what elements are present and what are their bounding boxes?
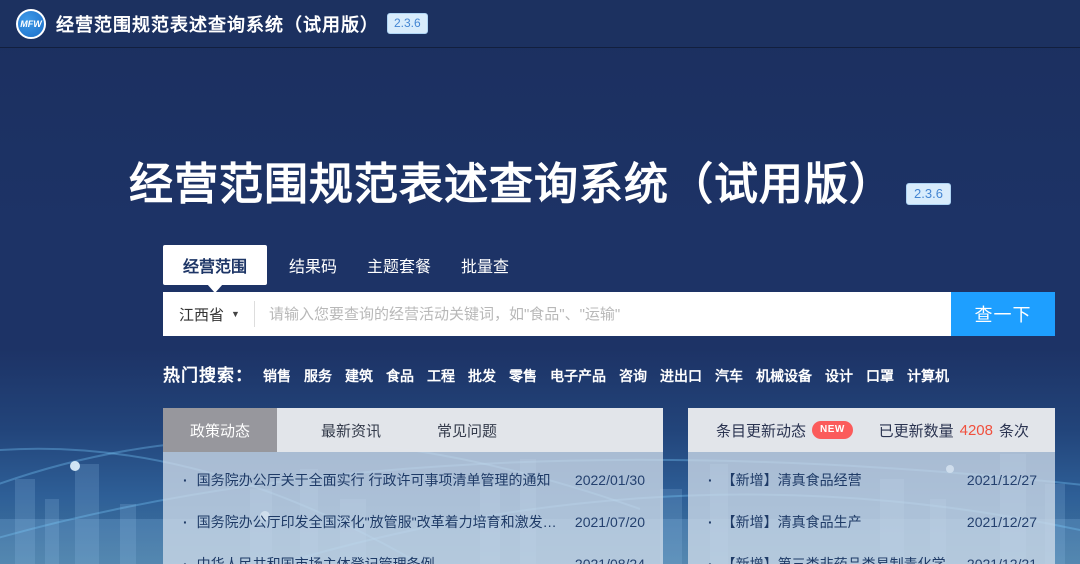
hot-keyword-retail[interactable]: 零售 — [509, 366, 537, 386]
updates-panel-title-group: 条目更新动态 NEW — [716, 420, 853, 441]
news-panel: 政策动态 最新资讯 常见问题 · 国务院办公厅关于全面实行 行政许可事项清单管理… — [163, 408, 663, 564]
hot-keyword-food[interactable]: 食品 — [386, 366, 414, 386]
update-item-date: 2021/12/27 — [967, 472, 1037, 488]
bullet-icon: · — [183, 514, 188, 530]
hot-keyword-computer[interactable]: 计算机 — [907, 366, 949, 386]
tab-result-code[interactable]: 结果码 — [289, 245, 337, 285]
news-item[interactable]: · 国务院办公厅印发全国深化"放管服"改革着力培育和激发市场 2021/07/2… — [163, 501, 663, 543]
update-item-title: 【新增】清真食品生产 — [722, 512, 955, 532]
hero: 经营范围规范表述查询系统（试用版） 2.3.6 — [0, 148, 1080, 212]
hot-keyword-consulting[interactable]: 咨询 — [619, 366, 647, 386]
news-item[interactable]: · 国务院办公厅关于全面实行 行政许可事项清单管理的通知 2022/01/30 — [163, 459, 663, 501]
update-item[interactable]: · 【新增】清真食品经营 2021/12/27 — [688, 459, 1055, 501]
news-tab-policy[interactable]: 政策动态 — [163, 408, 277, 452]
region-select-value: 江西省 — [179, 304, 224, 325]
hot-keyword-service[interactable]: 服务 — [304, 366, 332, 386]
update-item-title: 【新增】第三类非药品类易制毒化学 — [722, 554, 955, 564]
update-item[interactable]: · 【新增】清真食品生产 2021/12/27 — [688, 501, 1055, 543]
news-item-title: 国务院办公厅印发全国深化"放管服"改革着力培育和激发市场 — [197, 512, 563, 532]
bullet-icon: · — [708, 472, 713, 488]
updates-panel-title: 条目更新动态 — [716, 420, 806, 441]
hot-keyword-engineering[interactable]: 工程 — [427, 366, 455, 386]
bullet-icon: · — [183, 556, 188, 564]
bullet-icon: · — [708, 514, 713, 530]
bullet-icon: · — [708, 556, 713, 564]
tab-batch-query[interactable]: 批量查 — [461, 245, 509, 285]
bullet-icon: · — [183, 472, 188, 488]
news-item-date: 2022/01/30 — [575, 472, 645, 488]
hot-keyword-design[interactable]: 设计 — [825, 366, 853, 386]
hot-keyword-sales[interactable]: 销售 — [263, 366, 291, 386]
search-box: 江西省 ▼ — [163, 292, 951, 336]
hot-keyword-mask[interactable]: 口罩 — [866, 366, 894, 386]
bottom-panels: 政策动态 最新资讯 常见问题 · 国务院办公厅关于全面实行 行政许可事项清单管理… — [163, 408, 1055, 564]
updates-panel: 条目更新动态 NEW 已更新数量 4208 条次 · 【新增】清真食品经营 20… — [688, 408, 1055, 564]
search-button[interactable]: 查一下 — [951, 292, 1055, 336]
logo-text: MFW — [20, 19, 42, 29]
news-tab-latest[interactable]: 最新资讯 — [309, 408, 393, 452]
region-select[interactable]: 江西省 ▼ — [163, 304, 254, 325]
news-item-date: 2021/07/20 — [575, 514, 645, 530]
news-item[interactable]: · 中华人民共和国市场主体登记管理条例 2021/08/24 — [163, 543, 663, 564]
topbar-version-badge: 2.3.6 — [387, 13, 428, 34]
news-list: · 国务院办公厅关于全面实行 行政许可事项清单管理的通知 2022/01/30 … — [163, 452, 663, 564]
news-tab-faq[interactable]: 常见问题 — [425, 408, 509, 452]
app-logo-icon: MFW — [16, 9, 46, 39]
topbar: MFW 经营范围规范表述查询系统（试用版） 2.3.6 — [0, 0, 1080, 48]
updates-list: · 【新增】清真食品经营 2021/12/27 · 【新增】清真食品生产 202… — [688, 452, 1055, 564]
news-item-title: 中华人民共和国市场主体登记管理条例 — [197, 554, 563, 564]
update-item-title: 【新增】清真食品经营 — [722, 470, 955, 490]
page: MFW 经营范围规范表述查询系统（试用版） 2.3.6 经营范围规范表述查询系统… — [0, 0, 1080, 564]
updates-count-value: 4208 — [960, 422, 993, 439]
hero-version-badge: 2.3.6 — [906, 183, 951, 205]
hot-search: 热门搜索： 销售 服务 建筑 食品 工程 批发 零售 电子产品 咨询 进出口 汽… — [163, 361, 962, 386]
update-item-date: 2021/12/21 — [967, 556, 1037, 564]
news-panel-header: 政策动态 最新资讯 常见问题 — [163, 408, 663, 452]
main-tabs: 经营范围 结果码 主题套餐 批量查 — [163, 245, 539, 285]
hot-search-label: 热门搜索： — [163, 361, 253, 386]
hot-keyword-machinery[interactable]: 机械设备 — [756, 366, 812, 386]
hot-keyword-automobile[interactable]: 汽车 — [715, 366, 743, 386]
search-input[interactable] — [269, 292, 951, 336]
update-item[interactable]: · 【新增】第三类非药品类易制毒化学 2021/12/21 — [688, 543, 1055, 564]
divider — [254, 301, 255, 327]
updates-panel-header: 条目更新动态 NEW 已更新数量 4208 条次 — [688, 408, 1055, 452]
hot-keyword-electronics[interactable]: 电子产品 — [550, 366, 606, 386]
new-badge: NEW — [812, 421, 853, 439]
hot-keyword-wholesale[interactable]: 批发 — [468, 366, 496, 386]
hot-keyword-import-export[interactable]: 进出口 — [660, 366, 702, 386]
updates-count-label: 已更新数量 — [879, 420, 954, 441]
chevron-down-icon: ▼ — [231, 309, 240, 319]
updates-count-unit: 条次 — [999, 420, 1029, 441]
updates-count-group: 已更新数量 4208 条次 — [879, 420, 1029, 441]
search-bar: 江西省 ▼ 查一下 — [163, 292, 1055, 336]
news-item-title: 国务院办公厅关于全面实行 行政许可事项清单管理的通知 — [197, 470, 563, 490]
hero-title: 经营范围规范表述查询系统（试用版） — [129, 148, 894, 212]
topbar-title: 经营范围规范表述查询系统（试用版） — [56, 11, 379, 37]
news-item-date: 2021/08/24 — [575, 556, 645, 564]
hot-keyword-construction[interactable]: 建筑 — [345, 366, 373, 386]
tab-theme-package[interactable]: 主题套餐 — [367, 245, 431, 285]
update-item-date: 2021/12/27 — [967, 514, 1037, 530]
tab-business-scope[interactable]: 经营范围 — [163, 245, 267, 285]
